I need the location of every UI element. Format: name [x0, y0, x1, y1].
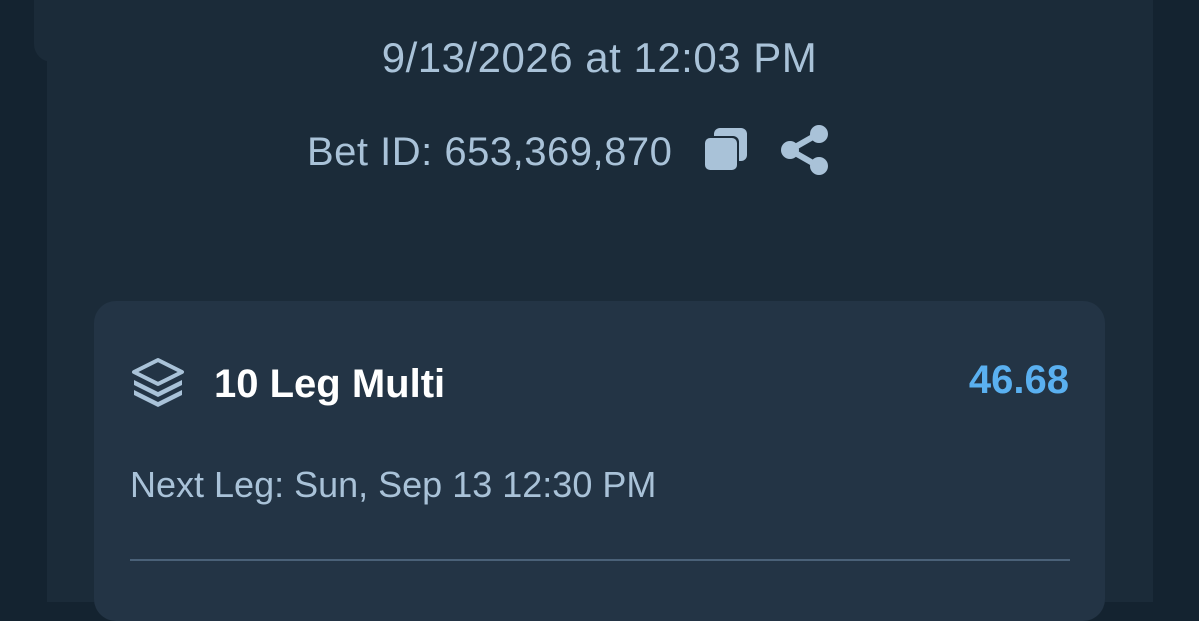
bet-timestamp: 9/13/2026 at 12:03 PM — [381, 34, 818, 81]
multi-bet-card[interactable] — [94, 301, 1105, 621]
bet-id-text: Bet ID: 653,369,870 — [307, 129, 673, 174]
bet-odds: 46.68 — [968, 358, 1069, 402]
share-bet-button[interactable] — [778, 123, 832, 182]
bet-type-row: 10 Leg Multi — [130, 356, 445, 412]
next-leg-info: Next Leg: Sun, Sep 13 12:30 PM — [130, 464, 657, 505]
share-icon — [781, 124, 829, 175]
bet-id-row: Bet ID: 653,369,870 — [307, 124, 832, 180]
copy-bet-id-button[interactable] — [700, 125, 750, 180]
bet-type-title: 10 Leg Multi — [214, 361, 446, 406]
layers-icon — [132, 358, 184, 407]
copy-icon — [703, 127, 748, 172]
card-divider — [130, 559, 1070, 561]
